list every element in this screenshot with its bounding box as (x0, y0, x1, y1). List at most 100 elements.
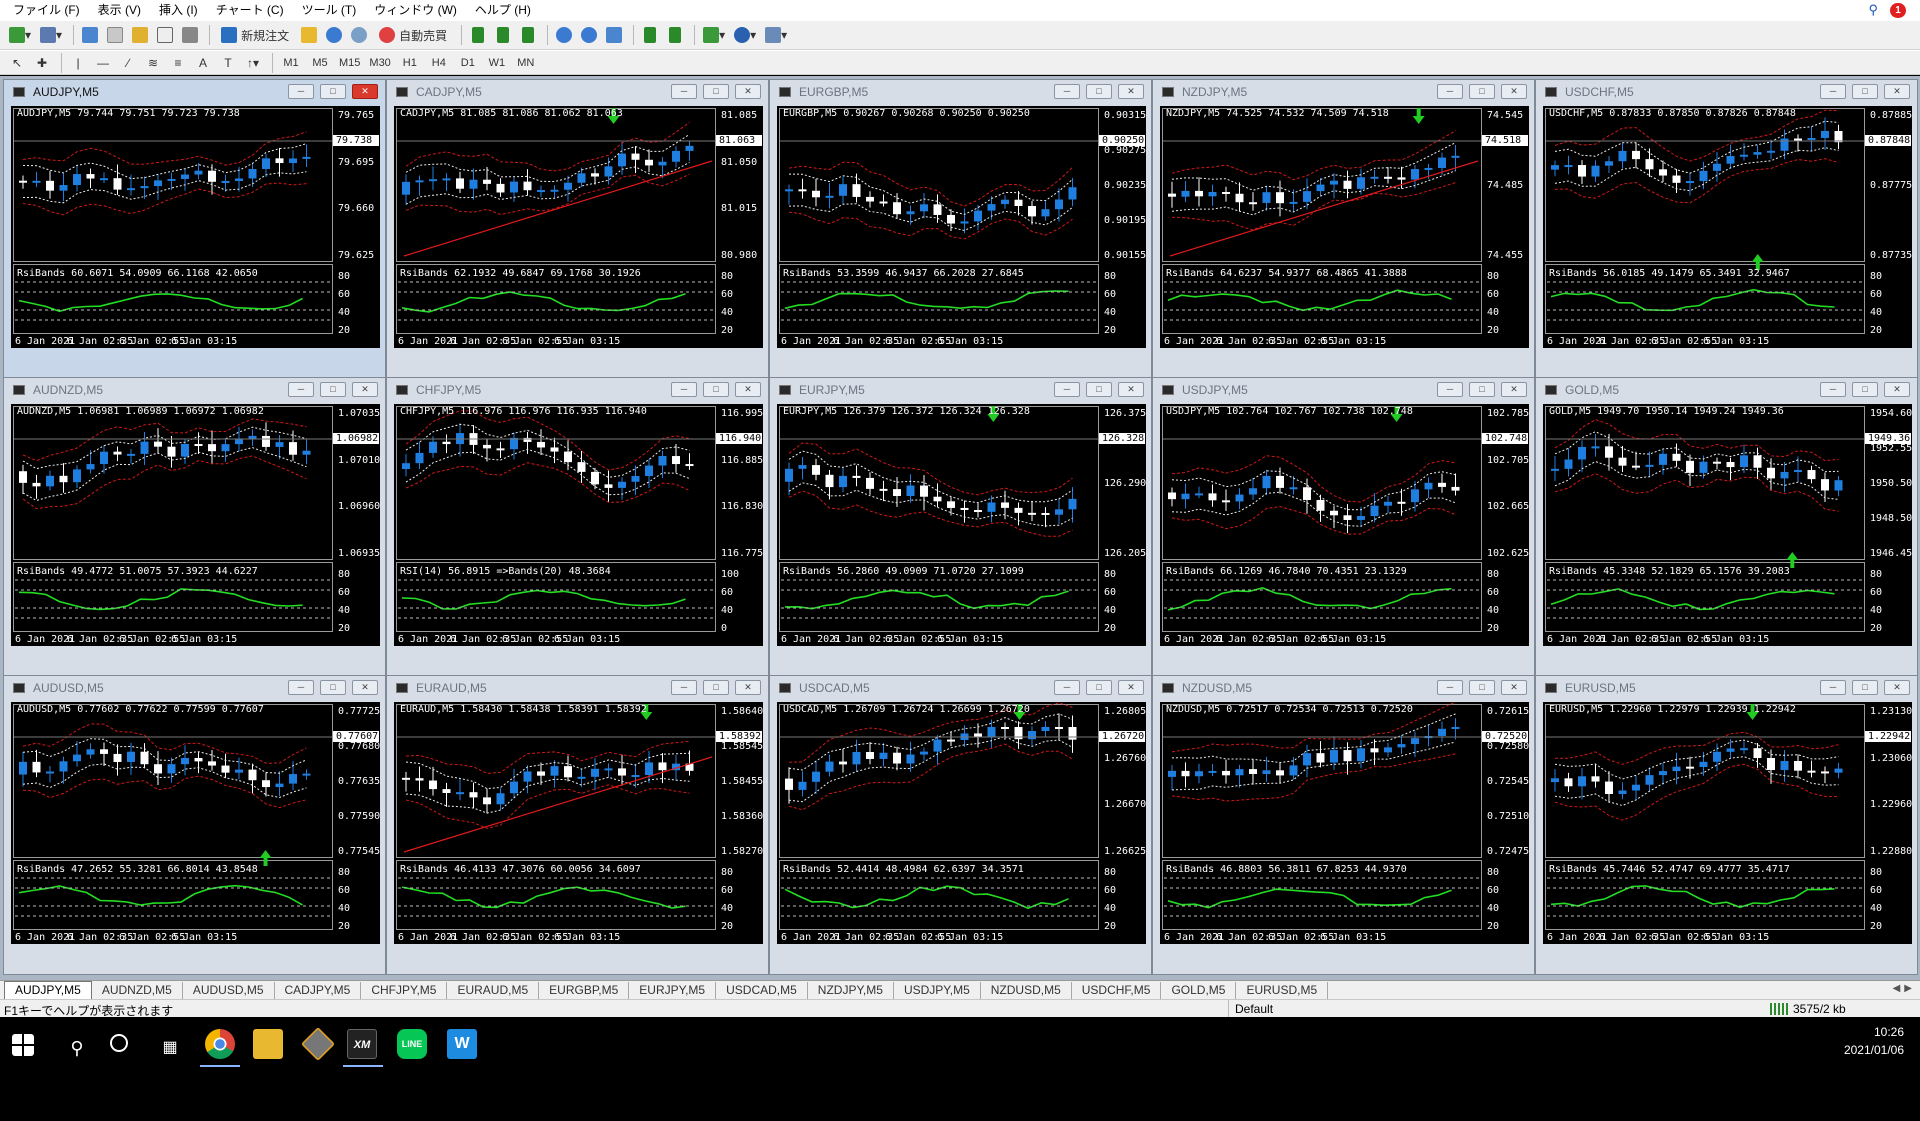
maximize-button[interactable]: □ (1469, 382, 1495, 397)
close-button[interactable]: ✕ (735, 680, 761, 695)
metaeditor-icon[interactable] (298, 24, 320, 46)
window-titlebar[interactable]: AUDJPY,M5 ─ □ ✕ (7, 82, 382, 102)
chart-canvas[interactable]: USDCAD,M5 1.26709 1.26724 1.26699 1.2672… (777, 702, 1146, 944)
w-app-icon[interactable]: W (447, 1029, 477, 1059)
chart-window-euraud[interactable]: EURAUD,M5 ─ □ ✕ EURAUD,M5 1.58430 1.5843… (386, 675, 769, 975)
tab-euraud[interactable]: EURAUD,M5 (447, 982, 540, 999)
maximize-button[interactable]: □ (1852, 382, 1878, 397)
chart-window-eurgbp[interactable]: EURGBP,M5 ─ □ ✕ EURGBP,M5 0.90267 0.9026… (769, 79, 1152, 379)
chart-shift-icon[interactable] (664, 24, 686, 46)
maximize-button[interactable]: □ (1469, 84, 1495, 99)
windows-start-icon[interactable] (12, 1034, 34, 1056)
xm-app-icon[interactable]: XM (347, 1029, 377, 1059)
maximize-button[interactable]: □ (1086, 680, 1112, 695)
chart-canvas[interactable]: AUDUSD,M5 0.77602 0.77622 0.77599 0.7760… (11, 702, 380, 944)
minimize-button[interactable]: ─ (1437, 84, 1463, 99)
minimize-button[interactable]: ─ (1437, 680, 1463, 695)
close-button[interactable]: ✕ (1501, 84, 1527, 99)
templates-icon[interactable]: ▾ (762, 24, 790, 46)
indicators-icon[interactable]: ▾ (700, 24, 728, 46)
tab-scroll-arrows[interactable]: ◀▶ (1893, 983, 1916, 994)
close-button[interactable]: ✕ (1884, 382, 1910, 397)
tile-windows-icon[interactable] (603, 24, 625, 46)
close-button[interactable]: ✕ (1118, 382, 1144, 397)
close-button[interactable]: ✕ (352, 84, 378, 99)
navigator-icon[interactable] (129, 24, 151, 46)
fibonacci-icon[interactable]: ≡ (167, 52, 189, 74)
auto-trading-button[interactable]: 自動売買 (373, 24, 453, 46)
tab-gold[interactable]: GOLD,M5 (1161, 982, 1237, 999)
line-app-icon[interactable]: LINE (397, 1029, 427, 1059)
menu-chart[interactable]: チャート (C) (207, 0, 293, 20)
timeframe-m15[interactable]: M15 (336, 52, 363, 74)
menu-insert[interactable]: 挿入 (I) (150, 0, 207, 20)
horizontal-line-icon[interactable]: — (92, 52, 114, 74)
tab-cadjpy[interactable]: CADJPY,M5 (275, 982, 362, 999)
window-titlebar[interactable]: EURUSD,M5 ─ □ ✕ (1539, 678, 1914, 698)
tab-audjpy[interactable]: AUDJPY,M5 (4, 981, 92, 999)
chart-window-usdjpy[interactable]: USDJPY,M5 ─ □ ✕ USDJPY,M5 102.764 102.76… (1152, 377, 1535, 677)
timeframe-mn[interactable]: MN (513, 52, 539, 74)
window-titlebar[interactable]: USDJPY,M5 ─ □ ✕ (1156, 380, 1531, 400)
timeframe-d1[interactable]: D1 (455, 52, 481, 74)
chart-canvas[interactable]: GOLD,M5 1949.70 1950.14 1949.24 1949.36 R… (1543, 404, 1912, 646)
signals-icon[interactable] (348, 24, 370, 46)
trendline-icon[interactable]: ∕ (117, 52, 139, 74)
maximize-button[interactable]: □ (1852, 84, 1878, 99)
chart-window-cadjpy[interactable]: CADJPY,M5 ─ □ ✕ CADJPY,M5 81.085 81.086 … (386, 79, 769, 379)
vertical-line-icon[interactable]: | (67, 52, 89, 74)
window-titlebar[interactable]: EURAUD,M5 ─ □ ✕ (390, 678, 765, 698)
maximize-button[interactable]: □ (703, 84, 729, 99)
crosshair-icon[interactable]: ✚ (31, 52, 53, 74)
chart-window-audusd[interactable]: AUDUSD,M5 ─ □ ✕ AUDUSD,M5 0.77602 0.7762… (3, 675, 386, 975)
close-button[interactable]: ✕ (1884, 680, 1910, 695)
candlestick-icon[interactable] (492, 24, 514, 46)
minimize-button[interactable]: ─ (671, 84, 697, 99)
close-button[interactable]: ✕ (735, 382, 761, 397)
chart-canvas[interactable]: CADJPY,M5 81.085 81.086 81.062 81.063 Rsi… (394, 106, 763, 348)
periods-icon[interactable]: ▾ (731, 24, 759, 46)
channel-icon[interactable]: ≋ (142, 52, 164, 74)
close-button[interactable]: ✕ (735, 84, 761, 99)
maximize-button[interactable]: □ (320, 680, 346, 695)
tab-nzdusd[interactable]: NZDUSD,M5 (981, 982, 1072, 999)
tab-usdcad[interactable]: USDCAD,M5 (716, 982, 808, 999)
minimize-button[interactable]: ─ (1054, 382, 1080, 397)
cortana-icon[interactable] (110, 1034, 128, 1052)
arrows-icon[interactable]: ↑▾ (242, 52, 264, 74)
taskbar-clock[interactable]: 10:26 2021/01/06 (1844, 1023, 1904, 1059)
zoom-in-icon[interactable] (553, 24, 575, 46)
close-button[interactable]: ✕ (1501, 382, 1527, 397)
chart-canvas[interactable]: EURAUD,M5 1.58430 1.58438 1.58391 1.5839… (394, 702, 763, 944)
tab-nzdjpy[interactable]: NZDJPY,M5 (808, 982, 894, 999)
window-titlebar[interactable]: NZDUSD,M5 ─ □ ✕ (1156, 678, 1531, 698)
window-titlebar[interactable]: NZDJPY,M5 ─ □ ✕ (1156, 82, 1531, 102)
tab-audnzd[interactable]: AUDNZD,M5 (92, 982, 183, 999)
menu-tools[interactable]: ツール (T) (293, 0, 366, 20)
close-button[interactable]: ✕ (1118, 680, 1144, 695)
timeframe-h4[interactable]: H4 (426, 52, 452, 74)
close-button[interactable]: ✕ (1501, 680, 1527, 695)
tab-eurjpy[interactable]: EURJPY,M5 (629, 982, 717, 999)
minimize-button[interactable]: ─ (1820, 84, 1846, 99)
chart-window-eurjpy[interactable]: EURJPY,M5 ─ □ ✕ EURJPY,M5 126.379 126.37… (769, 377, 1152, 677)
timeframe-m1[interactable]: M1 (278, 52, 304, 74)
minimize-button[interactable]: ─ (1820, 680, 1846, 695)
window-titlebar[interactable]: GOLD,M5 ─ □ ✕ (1539, 380, 1914, 400)
maximize-button[interactable]: □ (1469, 680, 1495, 695)
chart-window-nzdjpy[interactable]: NZDJPY,M5 ─ □ ✕ NZDJPY,M5 74.525 74.532 … (1152, 79, 1535, 379)
minimize-button[interactable]: ─ (288, 84, 314, 99)
line-chart-icon[interactable] (517, 24, 539, 46)
tab-audusd[interactable]: AUDUSD,M5 (183, 982, 275, 999)
chart-canvas[interactable]: USDCHF,M5 0.87833 0.87850 0.87826 0.8784… (1543, 106, 1912, 348)
chart-window-eurusd[interactable]: EURUSD,M5 ─ □ ✕ EURUSD,M5 1.22960 1.2297… (1535, 675, 1918, 975)
search-icon[interactable]: ⚲ (1868, 2, 1878, 18)
timeframe-w1[interactable]: W1 (484, 52, 510, 74)
close-button[interactable]: ✕ (1118, 84, 1144, 99)
window-titlebar[interactable]: EURJPY,M5 ─ □ ✕ (773, 380, 1148, 400)
maximize-button[interactable]: □ (1852, 680, 1878, 695)
chart-window-nzdusd[interactable]: NZDUSD,M5 ─ □ ✕ NZDUSD,M5 0.72517 0.7253… (1152, 675, 1535, 975)
maximize-button[interactable]: □ (1086, 382, 1112, 397)
chart-canvas[interactable]: CHFJPY,M5 116.976 116.976 116.935 116.94… (394, 404, 763, 646)
market-watch-icon[interactable] (79, 24, 101, 46)
